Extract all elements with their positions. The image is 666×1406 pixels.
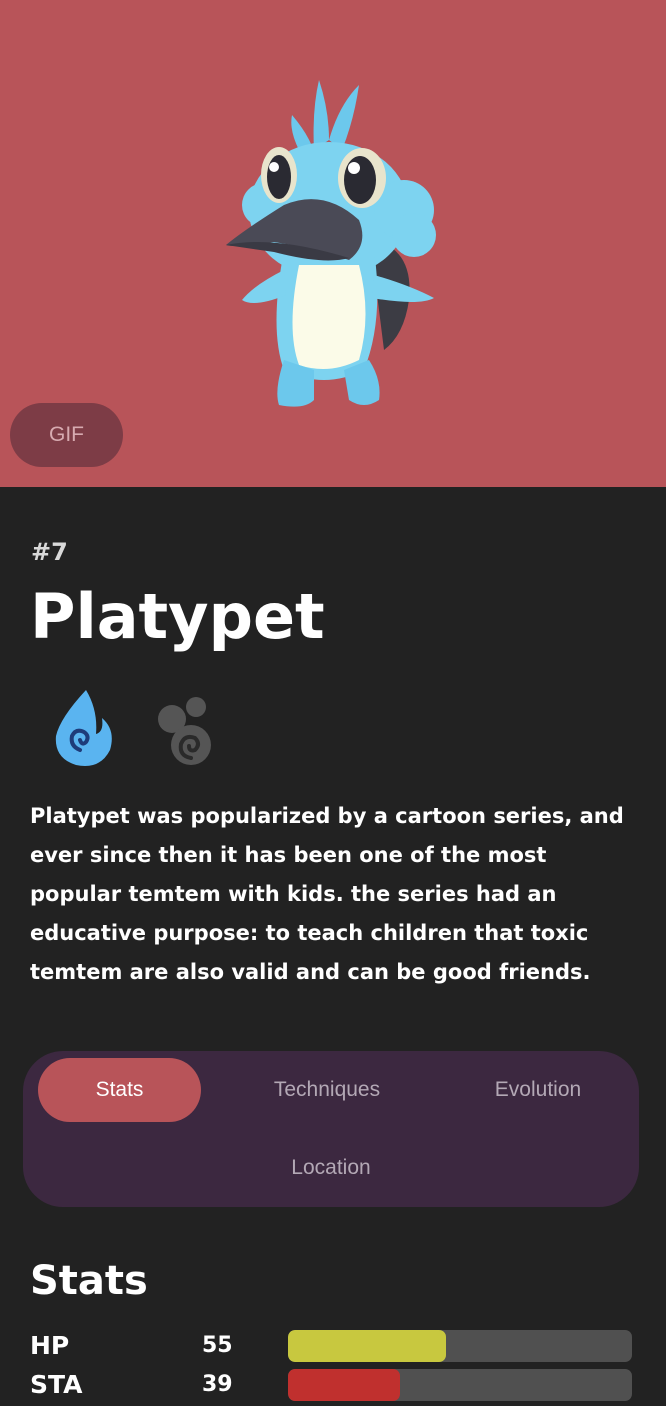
gif-toggle-button[interactable]: GIF: [10, 403, 123, 467]
platypet-sprite: [226, 80, 436, 407]
stat-bar-track: [288, 1330, 632, 1362]
stat-label: STA: [30, 1370, 83, 1399]
tab-stats[interactable]: Stats: [38, 1058, 201, 1122]
temtem-name: Platypet: [30, 580, 325, 653]
stat-value: 39: [202, 1372, 233, 1397]
stats-heading: Stats: [30, 1258, 148, 1304]
stat-bar-track: [288, 1369, 632, 1401]
tab-location[interactable]: Location: [256, 1136, 406, 1200]
hero-image-panel: GIF: [0, 0, 666, 487]
water-type-icon: [55, 690, 112, 766]
stat-bar-fill: [288, 1369, 400, 1401]
stat-row-sta: STA 39: [30, 1368, 632, 1402]
detail-tabs: Stats Techniques Evolution Location: [23, 1051, 639, 1207]
tab-evolution[interactable]: Evolution: [463, 1058, 613, 1122]
tab-techniques[interactable]: Techniques: [241, 1058, 413, 1122]
stat-row-hp: HP 55: [30, 1329, 632, 1363]
stat-bar-fill: [288, 1330, 446, 1362]
temtem-description: Platypet was popularized by a cartoon se…: [30, 804, 624, 984]
stat-value: 55: [202, 1333, 233, 1358]
temtem-number: #7: [31, 538, 68, 566]
toxic-type-icon: [158, 697, 211, 765]
stat-label: HP: [30, 1331, 70, 1360]
